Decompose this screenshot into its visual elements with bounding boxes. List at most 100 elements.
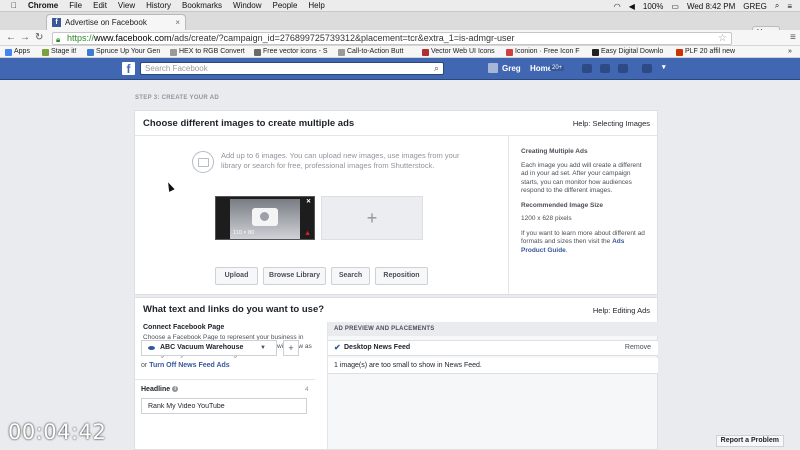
- home-link[interactable]: Home: [530, 64, 552, 73]
- apps-grid-icon: [5, 49, 12, 56]
- bookmark-hex-rgb[interactable]: HEX to RGB Convert: [170, 47, 247, 57]
- bookmark-free-vector-icons[interactable]: Free vector icons - S: [254, 47, 332, 57]
- bookmark-iconion[interactable]: Iconion · Free Icon F: [506, 47, 586, 57]
- add-page-button[interactable]: +: [283, 340, 299, 356]
- facebook-favicon-icon: f: [52, 18, 61, 27]
- headline-char-count: 4: [305, 386, 309, 393]
- search-placeholder: Search Facebook: [145, 64, 208, 73]
- list-icon[interactable]: ≡: [787, 2, 792, 11]
- help-selecting-images-link[interactable]: Help: Selecting Images: [573, 119, 650, 128]
- chrome-menu-icon[interactable]: ≡: [790, 32, 796, 44]
- upload-button[interactable]: Upload: [215, 267, 258, 285]
- reposition-button[interactable]: Reposition: [375, 267, 428, 285]
- remove-image-icon[interactable]: ✕: [306, 198, 311, 205]
- turn-off-news-feed-link[interactable]: Turn Off News Feed Ads: [149, 362, 230, 369]
- browser-tab-strip: f Advertise on Facebook × You: [0, 12, 800, 38]
- back-icon[interactable]: ←: [6, 32, 16, 44]
- lock-icon[interactable]: 🔒︎: [56, 34, 60, 45]
- placement-row-desktop-news-feed[interactable]: ✔ Desktop News Feed Remove: [328, 340, 658, 356]
- bookmark-favicon-icon: [592, 49, 599, 56]
- headline-input[interactable]: [141, 398, 307, 414]
- clock[interactable]: Wed 8:42 PM: [687, 2, 735, 11]
- close-tab-icon[interactable]: ×: [175, 15, 180, 30]
- text-links-card-header: What text and links do you want to use? …: [135, 298, 657, 320]
- warning-icon: ▲: [304, 230, 311, 237]
- camera-icon: [252, 208, 278, 226]
- search-icon[interactable]: ⌕: [434, 63, 439, 74]
- bookmark-stage-it[interactable]: Stage it!: [42, 47, 82, 57]
- user-name[interactable]: GREG: [743, 2, 767, 11]
- url-path: /ads/create/?campaign_id=276899725739312…: [171, 33, 515, 43]
- messages-icon[interactable]: [600, 64, 610, 73]
- menu-file[interactable]: File: [69, 1, 82, 10]
- avatar[interactable]: [488, 63, 498, 73]
- bookmark-vector-web-ui[interactable]: Vector Web UI Icons: [422, 47, 500, 57]
- bookmark-apps[interactable]: Apps: [5, 47, 35, 57]
- bookmark-easy-digital[interactable]: Easy Digital Downlo: [592, 47, 670, 57]
- url-scheme: https://: [67, 33, 95, 43]
- facebook-logo-icon[interactable]: f: [122, 62, 135, 76]
- apple-icon[interactable]: : [11, 1, 17, 10]
- facebook-search-input[interactable]: Search Facebook ⌕: [140, 62, 444, 75]
- search-icon[interactable]: ⌕: [775, 1, 779, 11]
- chevron-down-icon: ▼: [260, 345, 266, 351]
- video-timer: 00:04:42: [8, 420, 107, 444]
- menu-edit[interactable]: Edit: [93, 1, 107, 10]
- url-host: www.facebook.com: [94, 33, 172, 43]
- battery-percent[interactable]: 100%: [643, 2, 663, 11]
- bookmark-favicon-icon: [676, 49, 683, 56]
- volume-icon[interactable]: ◀: [629, 2, 635, 11]
- bookmarks-overflow-icon[interactable]: »: [788, 47, 792, 57]
- search-images-button[interactable]: Search: [331, 267, 370, 285]
- upload-instructions: Add up to 6 images. You can upload new i…: [221, 151, 460, 170]
- menu-window[interactable]: Window: [233, 1, 261, 10]
- browser-tab[interactable]: f Advertise on Facebook ×: [46, 14, 186, 30]
- ad-preview-panel: AD PREVIEW AND PLACEMENTS ✔ Desktop News…: [327, 322, 658, 449]
- url-bar[interactable]: 🔒︎ https://www.facebook.com/ads/create/?…: [52, 32, 732, 45]
- bookmark-spruce-up[interactable]: Spruce Up Your Gen: [87, 47, 164, 57]
- menu-app-name[interactable]: Chrome: [28, 1, 58, 10]
- menu-bookmarks[interactable]: Bookmarks: [182, 1, 222, 10]
- bookmark-favicon-icon: [422, 49, 429, 56]
- profile-name-link[interactable]: Greg: [502, 64, 521, 73]
- bookmark-favicon-icon: [338, 49, 345, 56]
- images-card-title: Choose different images to create multip…: [143, 118, 355, 129]
- menu-history[interactable]: History: [146, 1, 171, 10]
- macos-menu-bar:  Chrome File Edit View History Bookmark…: [0, 0, 800, 12]
- account-menu-icon[interactable]: ▾: [662, 63, 666, 71]
- menu-status-area: ◠ ◀ 100% ▭ Wed 8:42 PM GREG ⌕ ≡: [614, 0, 800, 12]
- images-card: Choose different images to create multip…: [134, 110, 658, 295]
- friend-requests-icon[interactable]: [582, 64, 592, 73]
- notifications-icon[interactable]: [618, 64, 628, 73]
- home-count-badge: 20+: [550, 65, 565, 71]
- headline-label: Headline i: [141, 386, 179, 393]
- menu-people[interactable]: People: [272, 1, 297, 10]
- report-problem-button[interactable]: Report a Problem: [715, 435, 784, 447]
- add-image-button[interactable]: +: [321, 196, 423, 240]
- creating-multiple-ads-sidebar: Creating Multiple Ads Each image you add…: [508, 136, 657, 294]
- forward-icon[interactable]: →: [20, 32, 30, 44]
- wifi-icon[interactable]: ◠: [614, 2, 621, 11]
- page-icon: [148, 346, 155, 350]
- turn-off-news-feed: or Turn Off News Feed Ads: [141, 362, 230, 369]
- browse-library-button[interactable]: Browse Library: [263, 267, 326, 285]
- info-icon[interactable]: i: [172, 386, 179, 393]
- bookmark-cta-buttons[interactable]: Call-to-Action Butt: [338, 47, 416, 57]
- menu-help[interactable]: Help: [308, 1, 324, 10]
- facebook-page-select[interactable]: ABC Vacuum Warehouse ▼: [141, 340, 277, 356]
- tab-title: Advertise on Facebook: [65, 18, 147, 27]
- remove-placement-link[interactable]: Remove: [625, 341, 651, 355]
- battery-icon: ▭: [671, 1, 679, 11]
- menu-view[interactable]: View: [118, 1, 135, 10]
- bookmark-plf[interactable]: PLF 20 affil new: [676, 47, 746, 57]
- bookmark-star-icon[interactable]: ☆: [718, 33, 727, 44]
- help-editing-ads-link[interactable]: Help: Editing Ads: [593, 306, 650, 315]
- recommended-size-value: 1200 x 628 pixels: [521, 215, 572, 222]
- placement-label: Desktop News Feed: [344, 344, 411, 351]
- reload-icon[interactable]: ↻: [35, 32, 43, 44]
- selected-image-thumbnail[interactable]: 110 × 80 ✕ ▲: [215, 196, 315, 240]
- privacy-shortcuts-icon[interactable]: [642, 64, 652, 73]
- image-upload-icon: [192, 151, 214, 173]
- learn-more-text: If you want to learn more about differen…: [521, 229, 645, 254]
- images-card-header: Choose different images to create multip…: [135, 111, 657, 136]
